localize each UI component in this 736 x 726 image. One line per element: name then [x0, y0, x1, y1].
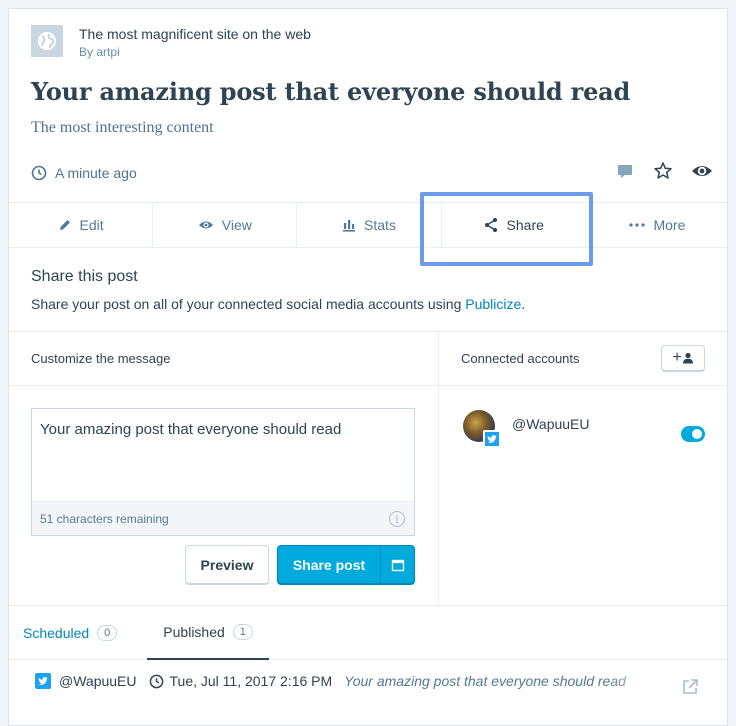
globe-icon — [31, 25, 63, 57]
share-log-tabs: Scheduled 0 Published 1 — [9, 606, 727, 660]
character-count-label: 51 characters remaining — [40, 511, 169, 526]
post-time[interactable]: A minute ago — [31, 165, 137, 181]
post-meta-actions — [597, 161, 713, 181]
account-name: @WapuuEU — [512, 416, 590, 432]
more-button[interactable]: More — [586, 203, 727, 247]
post-excerpt: The most interesting content — [31, 119, 214, 136]
account-toggle[interactable] — [681, 426, 705, 442]
tab-scheduled-count: 0 — [97, 625, 118, 641]
view-button[interactable]: View — [153, 203, 298, 247]
clock-icon — [149, 674, 163, 688]
character-count: 51 characters remaining i — [32, 501, 414, 535]
person-icon — [682, 352, 693, 364]
share-post-label[interactable]: Share post — [278, 546, 380, 583]
published-message: Your amazing post that everyone should r… — [344, 673, 626, 689]
bar-chart-icon — [343, 220, 356, 232]
post-actions-bar: Edit View Stats Share More — [9, 202, 727, 248]
ellipsis-icon — [629, 223, 646, 227]
eye-icon[interactable] — [691, 161, 713, 181]
share-panel: Customize the message 51 characters rema… — [9, 331, 727, 606]
share-title: Share this post — [31, 268, 138, 285]
share-desc-suffix: . — [521, 296, 526, 312]
message-heading: Customize the message — [9, 332, 438, 386]
share-post-button[interactable]: Share post — [277, 545, 415, 585]
site-header: The most magnificent site on the web By … — [31, 25, 311, 60]
published-item: @WapuuEU Tue, Jul 11, 2017 2:16 PM Your … — [35, 673, 705, 689]
tab-scheduled-label: Scheduled — [23, 625, 90, 641]
stats-label: Stats — [364, 217, 396, 233]
preview-button[interactable]: Preview — [185, 545, 269, 585]
share-header: Share this post Share your post on all o… — [31, 268, 525, 312]
published-account: @WapuuEU — [59, 673, 137, 689]
tab-published-count: 1 — [232, 624, 253, 640]
external-link-icon[interactable] — [681, 678, 699, 701]
tab-published-label: Published — [163, 624, 225, 640]
share-description: Share your post on all of your connected… — [31, 296, 525, 312]
comment-icon[interactable] — [615, 161, 635, 181]
add-account-button[interactable]: + — [661, 345, 705, 372]
pencil-icon — [59, 220, 70, 230]
publicize-link[interactable]: Publicize — [465, 296, 521, 312]
calendar-icon[interactable] — [380, 546, 414, 583]
share-button[interactable]: Share — [442, 203, 586, 247]
share-icon — [484, 218, 497, 232]
site-author[interactable]: By artpi — [79, 44, 311, 60]
tab-scheduled[interactable]: Scheduled 0 — [23, 606, 133, 660]
published-date-label: Tue, Jul 11, 2017 2:16 PM — [169, 673, 333, 689]
post-time-label: A minute ago — [55, 165, 137, 181]
accounts-column: Connected accounts + @WapuuEU — [439, 332, 727, 605]
accounts-heading-label: Connected accounts — [461, 351, 580, 366]
share-label: Share — [506, 217, 544, 233]
avatar — [463, 410, 501, 448]
message-column: Customize the message 51 characters rema… — [9, 332, 439, 605]
info-icon[interactable]: i — [389, 511, 405, 527]
twitter-icon — [483, 430, 501, 448]
post-card: The most magnificent site on the web By … — [8, 8, 728, 726]
add-account-plus: + — [672, 349, 682, 366]
more-label: More — [653, 217, 686, 233]
connected-account: @WapuuEU — [463, 410, 590, 448]
accounts-heading: Connected accounts + — [439, 332, 727, 386]
published-date: Tue, Jul 11, 2017 2:16 PM — [149, 673, 333, 689]
clock-icon — [31, 165, 47, 181]
message-textarea[interactable] — [32, 409, 414, 501]
eye-icon — [198, 221, 213, 229]
edit-button[interactable]: Edit — [9, 203, 154, 247]
tab-published[interactable]: Published 1 — [147, 606, 269, 660]
view-label: View — [221, 217, 252, 233]
post-title[interactable]: Your amazing post that everyone should r… — [31, 77, 630, 106]
share-desc-text: Share your post on all of your connected… — [31, 296, 466, 312]
star-icon[interactable] — [653, 161, 673, 181]
edit-label: Edit — [79, 217, 104, 233]
twitter-icon — [35, 673, 51, 689]
message-editor: 51 characters remaining i — [31, 408, 415, 536]
site-title[interactable]: The most magnificent site on the web — [79, 25, 311, 43]
stats-button[interactable]: Stats — [297, 203, 442, 247]
